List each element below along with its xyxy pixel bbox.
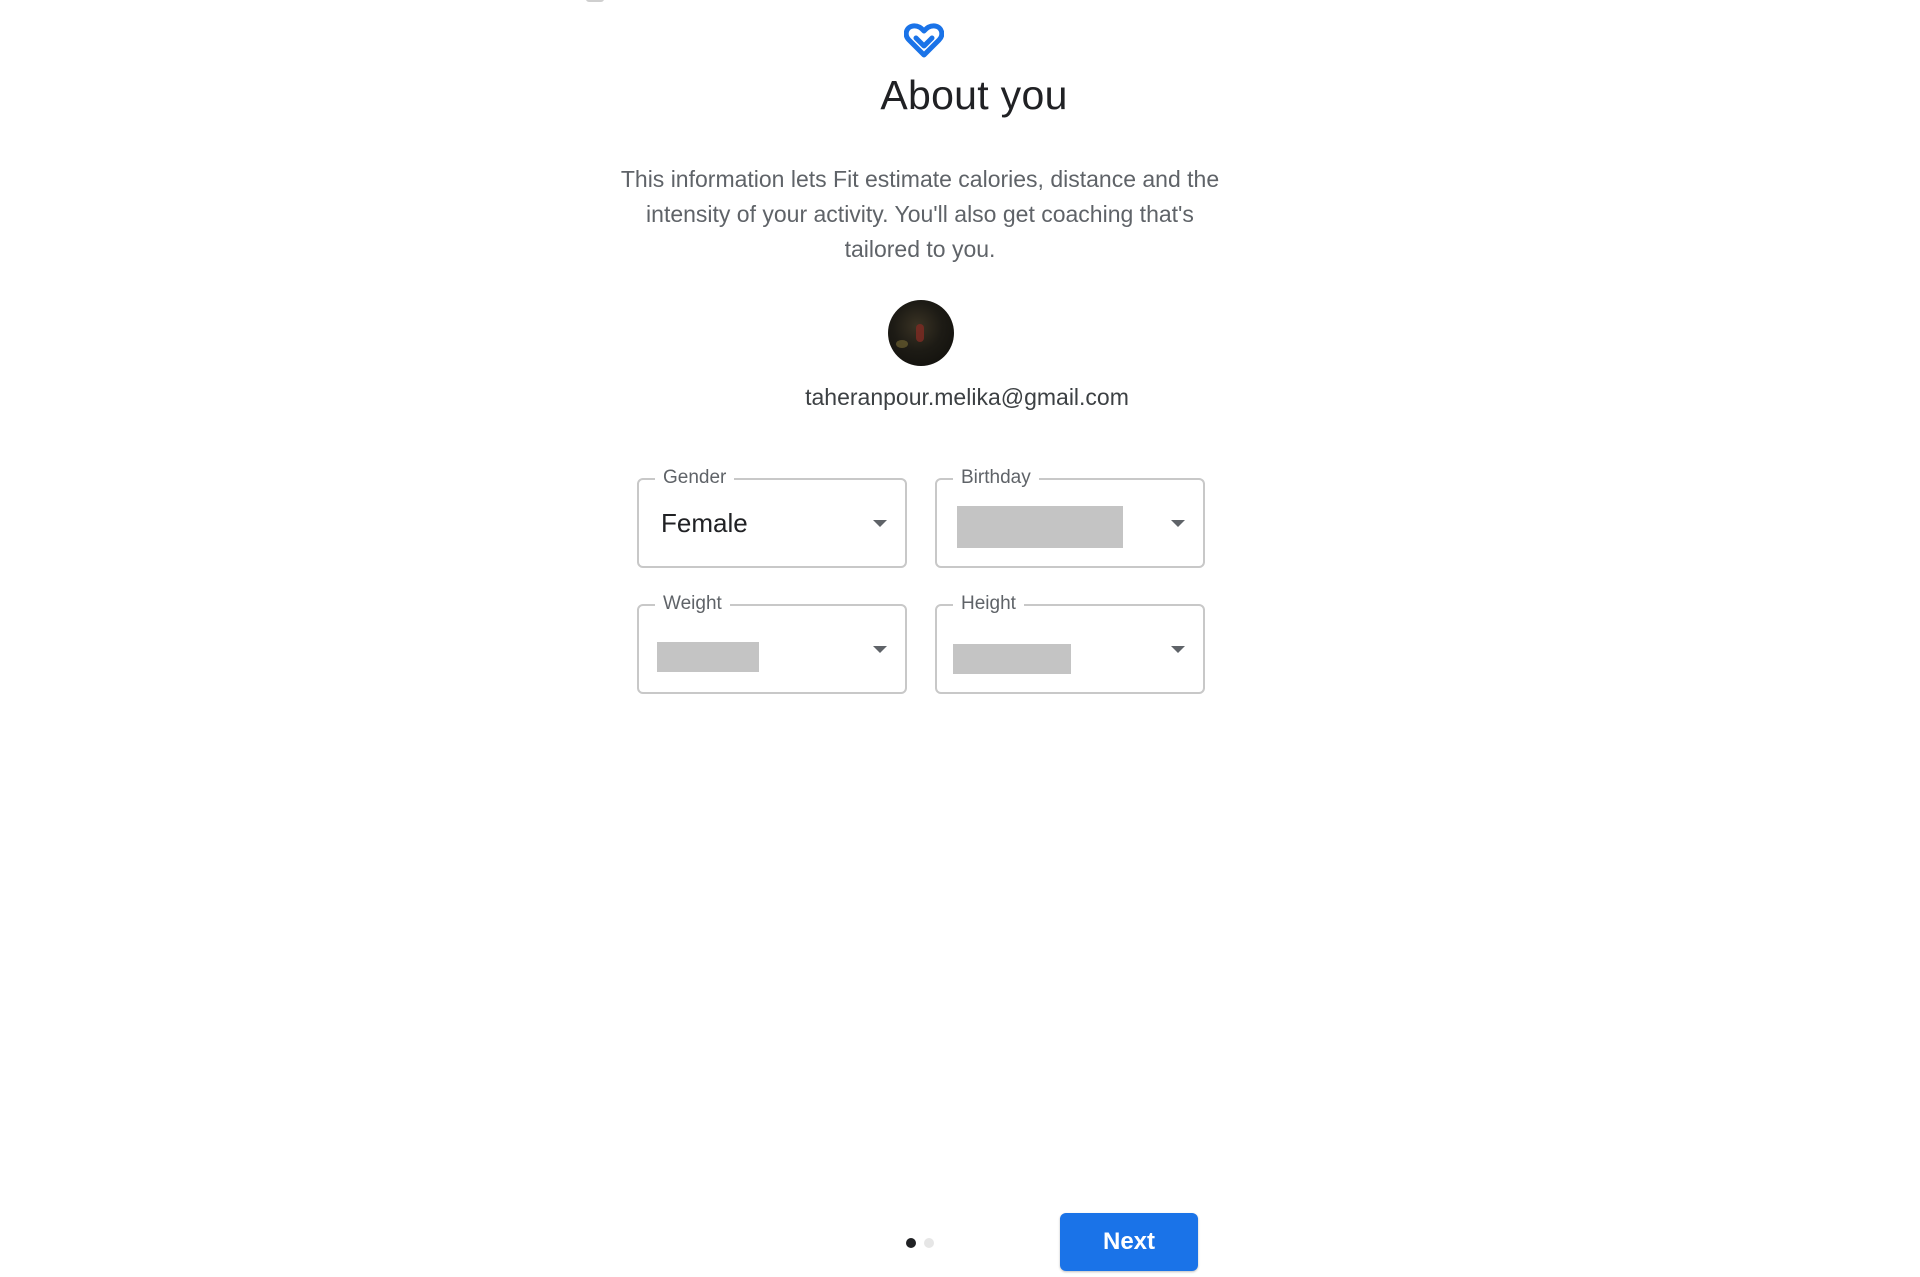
height-label: Height xyxy=(953,592,1024,616)
gender-select[interactable]: Gender Female xyxy=(637,466,907,568)
birthday-label: Birthday xyxy=(953,466,1039,490)
redacted-value xyxy=(657,642,759,672)
next-button[interactable]: Next xyxy=(1060,1213,1198,1271)
page-dot-active xyxy=(906,1238,916,1248)
redacted-value xyxy=(953,644,1071,674)
redacted-value xyxy=(957,506,1123,548)
weight-select[interactable]: Weight xyxy=(637,592,907,694)
google-fit-heart-icon xyxy=(904,23,944,58)
setup-page: About you This information lets Fit esti… xyxy=(0,0,1920,1277)
avatar xyxy=(888,300,954,366)
page-indicator xyxy=(906,1238,934,1248)
chevron-down-icon xyxy=(873,520,887,527)
avatar-detail xyxy=(916,324,924,342)
gender-label: Gender xyxy=(655,466,735,490)
weight-label: Weight xyxy=(655,592,730,616)
account-email: taheranpour.melika@gmail.com xyxy=(805,384,1129,410)
gender-value: Female xyxy=(661,508,748,538)
chevron-down-icon xyxy=(873,646,887,653)
chevron-down-icon xyxy=(1171,520,1185,527)
top-edge-artifact xyxy=(586,0,604,2)
height-select[interactable]: Height xyxy=(935,592,1205,694)
page-title: About you xyxy=(880,72,1068,118)
birthday-select[interactable]: Birthday xyxy=(935,466,1205,568)
page-dot xyxy=(924,1238,934,1248)
chevron-down-icon xyxy=(1171,646,1185,653)
intro-description: This information lets Fit estimate calor… xyxy=(620,166,1220,262)
avatar-detail xyxy=(896,340,908,348)
